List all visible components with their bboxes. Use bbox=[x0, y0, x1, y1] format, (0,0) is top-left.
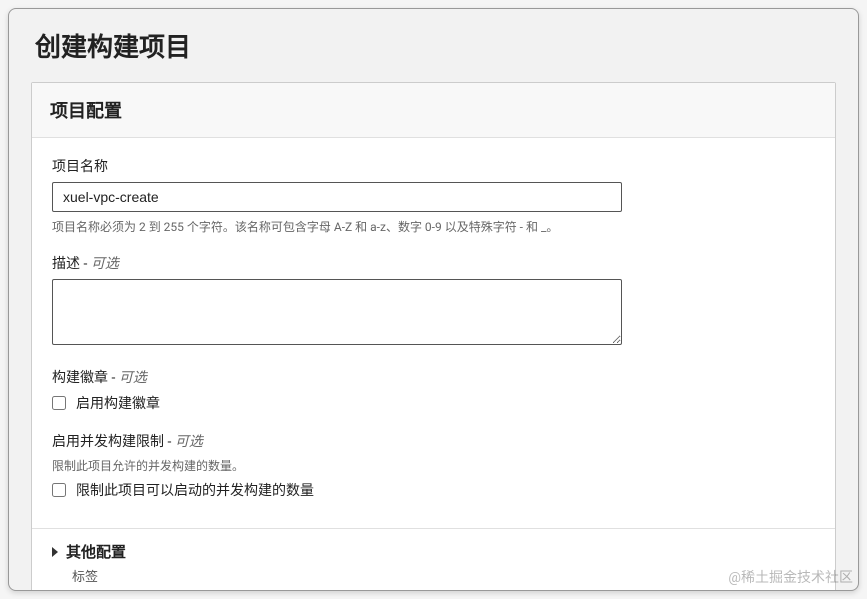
concurrent-limit-label-text: 启用并发构建限制 bbox=[52, 434, 164, 450]
concurrent-limit-checkbox[interactable] bbox=[52, 483, 66, 497]
description-label-text: 描述 bbox=[52, 256, 80, 272]
page-title: 创建构建项目 bbox=[31, 27, 836, 64]
other-config-section: 其他配置 标签 bbox=[32, 528, 835, 591]
build-badge-group: 构建徽章 - 可选 启用构建徽章 bbox=[52, 367, 815, 413]
concurrent-limit-checkbox-label[interactable]: 限制此项目可以启动的并发构建的数量 bbox=[76, 480, 314, 500]
concurrent-limit-label: 启用并发构建限制 - 可选 bbox=[52, 431, 815, 451]
panel-body: 项目名称 项目名称必须为 2 到 255 个字符。该名称可包含字母 A-Z 和 … bbox=[32, 138, 835, 528]
description-optional: 可选 bbox=[91, 256, 119, 272]
build-badge-checkbox-row: 启用构建徽章 bbox=[52, 393, 815, 413]
project-name-hint: 项目名称必须为 2 到 255 个字符。该名称可包含字母 A-Z 和 a-z、数… bbox=[52, 218, 815, 235]
concurrent-limit-checkbox-row: 限制此项目可以启动的并发构建的数量 bbox=[52, 480, 815, 500]
concurrent-limit-group: 启用并发构建限制 - 可选 限制此项目允许的并发构建的数量。 限制此项目可以启动… bbox=[52, 431, 815, 500]
description-label: 描述 - 可选 bbox=[52, 253, 815, 273]
panel-header-title: 项目配置 bbox=[50, 97, 817, 123]
build-badge-label-text: 构建徽章 bbox=[52, 370, 108, 386]
panel-header: 项目配置 bbox=[32, 83, 835, 138]
caret-right-icon bbox=[52, 547, 58, 557]
other-config-sub: 标签 bbox=[72, 566, 815, 585]
description-group: 描述 - 可选 bbox=[52, 253, 815, 349]
project-name-label: 项目名称 bbox=[52, 156, 815, 176]
project-config-panel: 项目配置 项目名称 项目名称必须为 2 到 255 个字符。该名称可包含字母 A… bbox=[31, 82, 836, 591]
build-badge-checkbox[interactable] bbox=[52, 396, 66, 410]
project-name-input[interactable] bbox=[52, 182, 622, 212]
concurrent-limit-hint: 限制此项目允许的并发构建的数量。 bbox=[52, 457, 815, 474]
build-badge-label: 构建徽章 - 可选 bbox=[52, 367, 815, 387]
other-config-toggle[interactable]: 其他配置 bbox=[52, 541, 815, 562]
create-build-project-window: 创建构建项目 项目配置 项目名称 项目名称必须为 2 到 255 个字符。该名称… bbox=[8, 8, 859, 591]
build-badge-checkbox-label[interactable]: 启用构建徽章 bbox=[76, 393, 160, 413]
project-name-group: 项目名称 项目名称必须为 2 到 255 个字符。该名称可包含字母 A-Z 和 … bbox=[52, 156, 815, 235]
other-config-label: 其他配置 bbox=[66, 541, 126, 562]
build-badge-optional: 可选 bbox=[119, 370, 147, 386]
description-textarea[interactable] bbox=[52, 279, 622, 345]
concurrent-limit-optional: 可选 bbox=[175, 434, 203, 450]
